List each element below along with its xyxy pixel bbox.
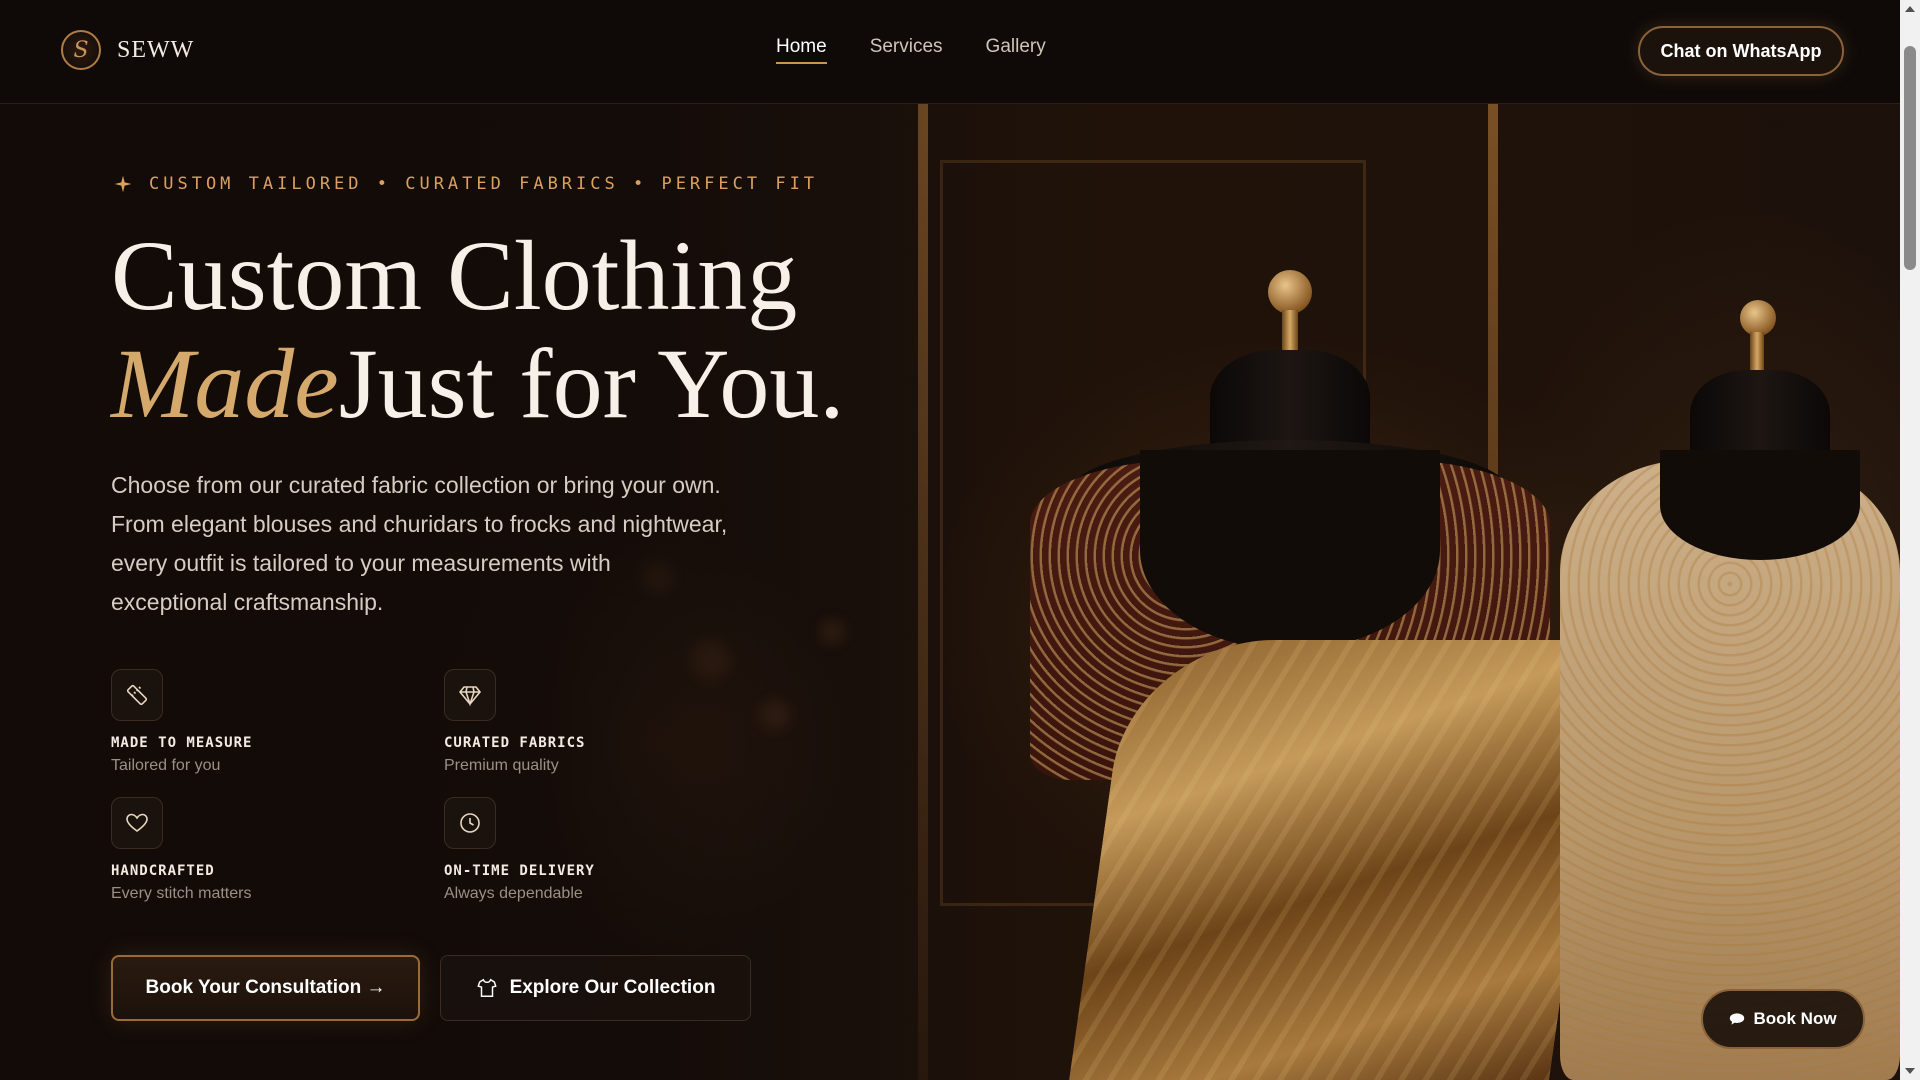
headline-line-2: Just for You. [338,328,845,439]
hero-description: Choose from our curated fabric collectio… [111,472,728,615]
feature-subtitle: Every stitch matters [111,885,252,902]
top-navbar: S SEWW Home Services Gallery Chat on Wha… [0,0,1900,104]
feature-subtitle: Premium quality [444,757,559,774]
book-now-floating-button[interactable]: Book Now [1701,989,1865,1049]
tagline-text: CUSTOM TAILORED • CURATED FABRICS • PERF… [149,174,819,194]
page-scrollbar[interactable] [1900,0,1920,1080]
headline-line-1: Custom Clothing [111,220,798,331]
hero-headline: Custom Clothing MadeJust for You. [111,222,844,438]
heart-icon [111,797,163,849]
feature-subtitle: Always dependable [444,885,583,902]
sparkle-icon [114,175,132,193]
feature-title: MADE TO MEASURE [111,735,253,751]
brand-logo[interactable]: S SEWW [61,30,194,70]
ruler-icon [111,669,163,721]
main-nav: Home Services Gallery [776,36,1046,64]
feature-title: ON-TIME DELIVERY [444,863,595,879]
book-consultation-button[interactable]: Book Your Consultation → [111,955,420,1021]
scrollbar-thumb[interactable] [1904,46,1916,270]
feature-curated-fabrics: CURATED FABRICS Premium quality [444,669,744,775]
nav-link-gallery[interactable]: Gallery [986,36,1046,64]
feature-grid: MADE TO MEASURE Tailored for you CURATED… [111,669,594,903]
chat-bubble-icon [1730,1013,1745,1025]
logo-monogram-icon: S [61,30,101,70]
nav-link-services[interactable]: Services [870,36,943,64]
chat-on-whatsapp-button[interactable]: Chat on WhatsApp [1638,26,1844,76]
feature-title: HANDCRAFTED [111,863,215,879]
scroll-up-arrow-icon[interactable] [1905,6,1915,12]
scroll-down-arrow-icon[interactable] [1905,1068,1915,1074]
headline-accent-word: Made [111,328,339,439]
diamond-icon [444,669,496,721]
feature-made-to-measure: MADE TO MEASURE Tailored for you [111,669,444,775]
feature-on-time-delivery: ON-TIME DELIVERY Always dependable [444,797,744,903]
feature-title: CURATED FABRICS [444,735,586,751]
book-now-label: Book Now [1753,1009,1837,1028]
nav-link-home[interactable]: Home [776,36,827,64]
feature-handcrafted: HANDCRAFTED Every stitch matters [111,797,444,903]
explore-collection-label: Explore Our Collection [509,977,716,998]
feature-subtitle: Tailored for you [111,757,221,774]
shirt-icon [476,978,497,997]
hero-tagline: CUSTOM TAILORED • CURATED FABRICS • PERF… [113,174,818,194]
brand-name: SEWW [117,36,195,63]
explore-collection-button[interactable]: Explore Our Collection [440,955,751,1021]
clock-icon [444,797,496,849]
